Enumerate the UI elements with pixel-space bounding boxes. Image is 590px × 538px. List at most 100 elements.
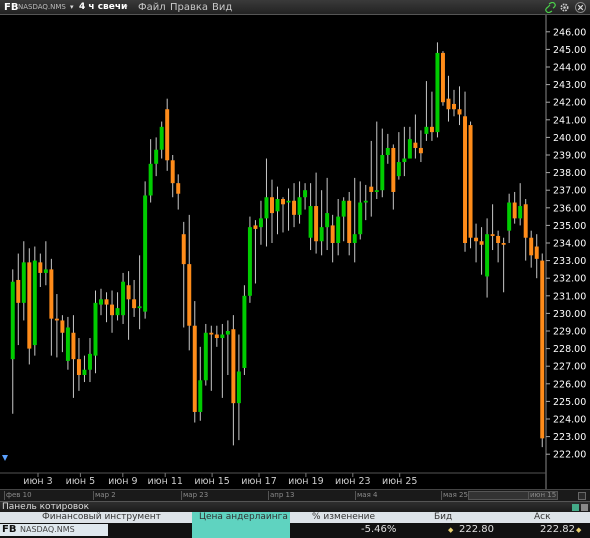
y-tick-label: 239.00	[553, 151, 586, 162]
y-tick-label: 222.00	[553, 450, 586, 461]
candle-body	[474, 237, 479, 242]
col-change[interactable]: % изменение	[312, 512, 375, 523]
exchange-dropdown-icon[interactable]: ▾	[70, 1, 74, 14]
timeline-label: мая 25	[441, 491, 468, 500]
col-instrument[interactable]: Финансовый инструмент	[42, 512, 161, 523]
candle-body	[275, 199, 280, 212]
candle-body	[192, 325, 197, 412]
quote-row[interactable]: FB NASDAQ.NMS -5.46% ◆ 222.80 222.82 ◆	[0, 523, 590, 538]
quote-columns-header: Финансовый инструмент Цена андерлаинга %…	[0, 512, 590, 523]
candle-body	[65, 327, 70, 361]
panel-settings-icon[interactable]	[572, 504, 579, 511]
menu-file[interactable]: Файл	[138, 1, 166, 14]
timeline-navigator[interactable]: фев 10 мар 2 мар 23 апр 13 мая 4 мая 25 …	[0, 489, 590, 501]
panel-close-icon[interactable]	[581, 504, 588, 511]
quote-panel-header: Панель котировок	[0, 501, 590, 512]
candle-body	[247, 227, 252, 296]
y-tick-label: 225.00	[553, 397, 586, 408]
menu-view[interactable]: Вид	[212, 1, 232, 14]
gear-icon[interactable]	[559, 2, 570, 13]
period-dropdown-icon[interactable]: ▾	[124, 1, 128, 14]
candle-body	[115, 308, 120, 316]
candle-body	[446, 98, 451, 110]
y-tick-label: 241.00	[553, 115, 586, 126]
close-icon[interactable]	[575, 2, 586, 13]
row-bid: 222.80	[459, 524, 494, 535]
candle-body	[363, 200, 368, 203]
candle-body	[303, 190, 308, 198]
candle-body	[512, 202, 517, 219]
candle-body	[225, 331, 230, 335]
candle-body	[407, 139, 412, 159]
candle-body	[418, 147, 423, 154]
y-tick-label: 228.00	[553, 344, 586, 355]
candle-body	[429, 126, 434, 133]
col-ask[interactable]: Аск	[534, 512, 551, 523]
candle-body	[518, 206, 523, 219]
x-tick-label: июн 23	[335, 476, 371, 487]
y-tick-label: 235.00	[553, 221, 586, 232]
candle-body	[374, 190, 379, 192]
candle-body	[523, 204, 528, 238]
symbol-label[interactable]: FB	[4, 1, 18, 14]
x-tick-label: июн 5	[66, 476, 95, 487]
exchange-label[interactable]: NASDAQ.NMS	[18, 1, 66, 14]
y-tick-label: 224.00	[553, 415, 586, 426]
col-bid[interactable]: Бид	[434, 512, 452, 523]
candle-body	[380, 155, 385, 191]
candle-body	[286, 200, 291, 203]
y-tick-label: 227.00	[553, 362, 586, 373]
candle-body	[104, 299, 109, 305]
candle-body	[220, 334, 225, 339]
timeline-label: мар 23	[180, 491, 209, 500]
candle-body	[297, 197, 302, 215]
candle-body	[269, 197, 274, 214]
candle-body	[457, 109, 462, 115]
candle-body	[540, 260, 545, 439]
y-tick-label: 236.00	[553, 203, 586, 214]
candle-body	[281, 199, 286, 205]
candle-body	[347, 200, 352, 243]
candle-body	[485, 234, 490, 277]
candle-body	[468, 125, 473, 238]
row-ask: 222.82	[540, 524, 575, 535]
y-tick-label: 237.00	[553, 186, 586, 197]
candle-body	[187, 264, 192, 326]
bid-marker-icon: ◆	[448, 526, 454, 534]
y-tick-label: 229.00	[553, 327, 586, 338]
period-selector[interactable]: 4 ч свечи	[79, 1, 127, 14]
candle-body	[358, 202, 363, 235]
y-tick-label: 231.00	[553, 291, 586, 302]
timeline-grip[interactable]	[578, 492, 586, 500]
candle-body	[132, 299, 137, 309]
candle-body	[159, 126, 164, 150]
y-tick-label: 230.00	[553, 309, 586, 320]
chart-canvas[interactable]: 246.00 245.00 244.00 243.00 242.00 241.00 240.…	[0, 15, 590, 489]
row-symbol: FB	[2, 524, 17, 535]
candle-body	[43, 269, 48, 273]
candle-body	[369, 186, 374, 192]
row-underlying-cell	[192, 523, 290, 538]
candle-body	[253, 225, 258, 229]
col-underlying[interactable]: Цена андерлаинга	[199, 512, 288, 523]
candle-body	[424, 126, 429, 134]
y-tick-label: 242.00	[553, 98, 586, 109]
candle-body	[87, 353, 92, 370]
candle-body	[231, 329, 236, 404]
candlestick-chart[interactable]: 246.00 245.00 244.00 243.00 242.00 241.00 240.…	[0, 15, 590, 489]
link-icon[interactable]	[545, 2, 556, 13]
candle-body	[341, 200, 346, 217]
candle-body	[435, 52, 440, 133]
candle-body	[181, 234, 186, 265]
candle-body	[21, 262, 26, 303]
candle-body	[501, 243, 506, 245]
candle-body	[27, 262, 32, 349]
candle-body	[314, 206, 319, 242]
event-marker-icon	[2, 455, 8, 461]
candle-body	[121, 281, 126, 316]
candle-body	[413, 142, 418, 148]
x-tick-label: июн 17	[241, 476, 277, 487]
candle-body	[203, 332, 208, 381]
y-tick-label: 243.00	[553, 80, 586, 91]
menu-edit[interactable]: Правка	[170, 1, 208, 14]
